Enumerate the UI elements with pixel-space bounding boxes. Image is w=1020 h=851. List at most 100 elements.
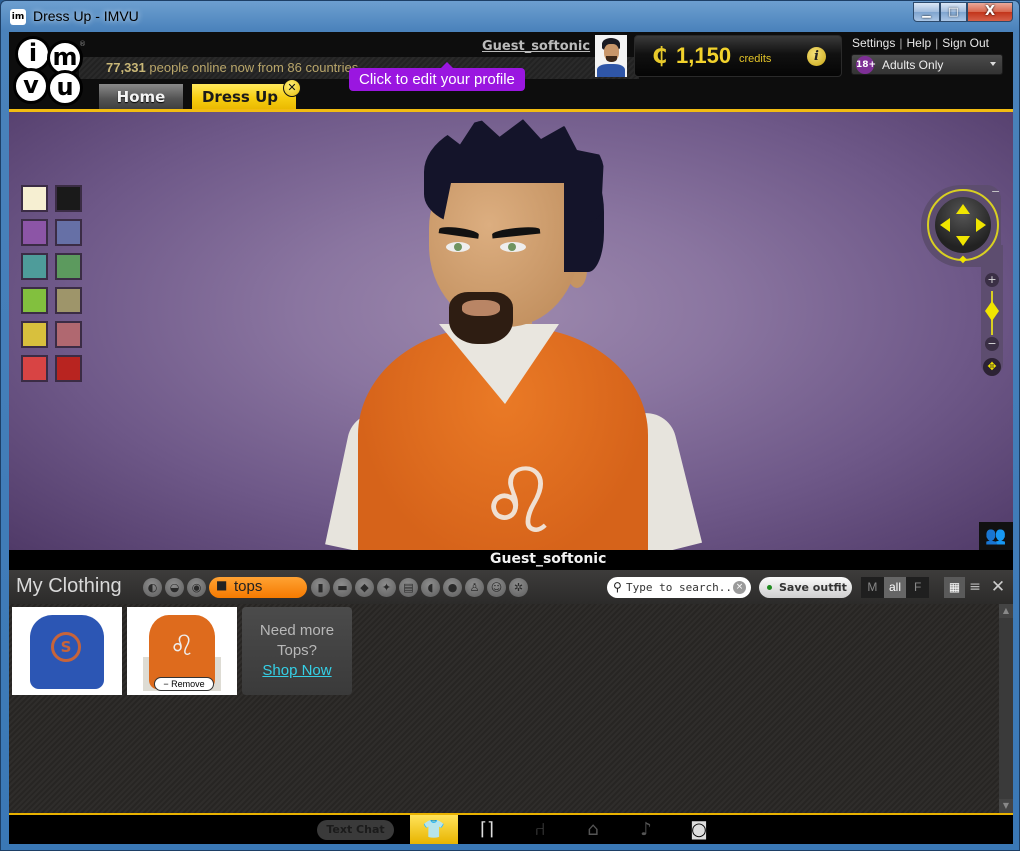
shirt-icon: ■ — [216, 578, 228, 592]
text-chat-button[interactable]: Text Chat — [317, 820, 394, 840]
furniture-chair-icon[interactable]: ⑁ — [516, 815, 564, 844]
reset-camera-icon[interactable]: ✥ — [983, 358, 1001, 376]
clothing-item-orange-hoodie[interactable]: ♌ − Remove — [127, 607, 237, 695]
close-tab-icon[interactable]: ✕ — [283, 79, 301, 97]
dress-up-shirt-icon[interactable]: 👕 — [410, 815, 458, 844]
color-swatch-slate-blue[interactable] — [55, 219, 82, 246]
profile-avatar-thumbnail[interactable] — [595, 35, 627, 77]
scroll-up-icon[interactable]: ▲ — [999, 604, 1013, 618]
category-actions-icon[interactable]: ▤ — [399, 578, 418, 597]
clear-search-icon[interactable]: × — [733, 581, 746, 594]
rating-selected-value: Adults Only — [882, 58, 944, 72]
close-window-button[interactable]: X — [967, 2, 1013, 22]
category-lips-icon[interactable]: ◒ — [165, 578, 184, 597]
color-swatch-rose[interactable] — [55, 321, 82, 348]
grid-view-icon[interactable]: ▦ — [944, 577, 965, 598]
color-swatch-khaki[interactable] — [55, 287, 82, 314]
shop-now-link[interactable]: Shop Now — [262, 661, 331, 681]
category-jewelry-icon[interactable]: ◆ — [355, 578, 374, 597]
pan-right-icon[interactable] — [976, 218, 986, 232]
category-hair-icon[interactable]: ◐ — [143, 578, 162, 597]
maximize-button[interactable]: □ — [940, 2, 967, 22]
registered-mark: ® — [79, 40, 86, 48]
color-swatch-purple[interactable] — [21, 219, 48, 246]
zoom-in-button[interactable]: + — [985, 273, 999, 287]
camera-icon[interactable]: ◙ — [675, 815, 723, 844]
music-note-icon[interactable]: ♪ — [622, 815, 670, 844]
zoom-slider-thumb[interactable] — [985, 301, 999, 311]
title-bar[interactable]: im Dress Up - IMVU ▁ □ X — [1, 1, 1019, 33]
color-swatch-teal[interactable] — [21, 253, 48, 280]
search-field[interactable]: ⚲ × — [607, 577, 751, 598]
color-swatch-cream[interactable] — [21, 185, 48, 212]
help-link[interactable]: Help — [906, 36, 931, 50]
gender-filter-female[interactable]: F — [906, 577, 929, 598]
color-swatch-red[interactable] — [21, 355, 48, 382]
category-faces-icon[interactable]: ☺ — [487, 578, 506, 597]
people-icon[interactable]: 👥 — [979, 522, 1013, 550]
color-swatch-dark-red[interactable] — [55, 355, 82, 382]
pan-down-icon[interactable] — [956, 236, 970, 246]
category-heads-icon[interactable]: ● — [443, 578, 462, 597]
room-house-icon[interactable]: ⌂ — [569, 815, 617, 844]
logo-letter: i — [15, 36, 51, 72]
profile-username-link[interactable]: Guest_softonic — [482, 39, 590, 54]
chevron-down-icon — [990, 62, 996, 66]
category-pants-icon[interactable]: ▮ — [311, 578, 330, 597]
credits-display[interactable]: ₵ 1,150 credits i — [634, 35, 842, 77]
category-tops-active[interactable]: ■ tops — [209, 577, 307, 598]
color-swatch-lime[interactable] — [21, 287, 48, 314]
clothing-item-blue-hoodie[interactable]: S — [12, 607, 122, 695]
logo-letter: u — [47, 70, 83, 106]
rotate-handle-icon[interactable]: ◆ — [954, 255, 972, 265]
category-misc-icon[interactable]: ✲ — [509, 578, 528, 597]
edit-profile-tooltip: Click to edit your profile — [349, 62, 525, 91]
zoom-slider-thumb-lower[interactable] — [985, 311, 999, 321]
hoodie-emblem: S — [51, 632, 81, 662]
logo-letter: v — [13, 68, 49, 104]
color-swatch-black[interactable] — [55, 185, 82, 212]
search-input[interactable] — [626, 579, 730, 595]
avatar-3d[interactable]: ♌ — [325, 112, 704, 550]
close-panel-icon[interactable]: ✕ — [989, 577, 1007, 598]
avatar-scene[interactable]: ♌ − ◆ + − ✥ 👥 — [9, 112, 1013, 550]
imvu-app-icon: im — [10, 9, 26, 25]
shop-card-text: Need more — [259, 622, 335, 639]
list-view-icon[interactable]: ≡ — [967, 577, 983, 598]
content-rating-dropdown[interactable]: 18+ Adults Only — [851, 54, 1003, 75]
pan-left-icon[interactable] — [940, 218, 950, 232]
category-bodies-icon[interactable]: ♙ — [465, 578, 484, 597]
credits-label: credits — [739, 53, 772, 65]
category-skins-icon[interactable]: ◖ — [421, 578, 440, 597]
info-icon[interactable]: i — [807, 47, 826, 66]
tab-home[interactable]: Home — [99, 84, 183, 110]
status-dot-icon — [767, 585, 772, 590]
sign-out-link[interactable]: Sign Out — [942, 36, 989, 50]
gender-filter-all[interactable]: all — [883, 577, 907, 598]
pan-up-icon[interactable] — [956, 204, 970, 214]
tab-dress-up[interactable]: Dress Up — [192, 84, 296, 110]
color-swatch-yellow[interactable] — [21, 321, 48, 348]
scroll-down-icon[interactable]: ▼ — [999, 799, 1013, 813]
zoom-out-button[interactable]: − — [985, 337, 999, 351]
category-eyes-icon[interactable]: ◉ — [187, 578, 206, 597]
category-shoes-icon[interactable]: ▬ — [333, 578, 352, 597]
color-swatch-green[interactable] — [55, 253, 82, 280]
collapse-nav-button[interactable]: − — [991, 185, 1000, 198]
gender-filter-male[interactable]: M — [861, 577, 884, 598]
settings-link[interactable]: Settings — [852, 36, 895, 50]
imvu-logo[interactable]: i m v u ® — [11, 36, 87, 108]
wardrobe-hanger-icon[interactable]: ⌈⌉ — [463, 815, 511, 844]
save-outfit-button[interactable]: Save outfit — [759, 577, 852, 598]
avatar-mouth — [462, 300, 500, 316]
minimize-button[interactable]: ▁ — [913, 2, 940, 22]
account-links: Settings | Help | Sign Out — [852, 36, 989, 50]
online-count: 77,331 — [106, 60, 146, 75]
remove-item-button[interactable]: − Remove — [154, 677, 214, 691]
avatar-name-label: Guest_softonic — [490, 551, 607, 567]
background-color-swatches — [21, 185, 82, 382]
clothing-scrollbar[interactable]: ▲ ▼ — [999, 604, 1013, 813]
category-wings-icon[interactable]: ✦ — [377, 578, 396, 597]
link-separator: | — [899, 36, 903, 50]
avatar-name-bar: Guest_softonic — [9, 550, 1013, 570]
